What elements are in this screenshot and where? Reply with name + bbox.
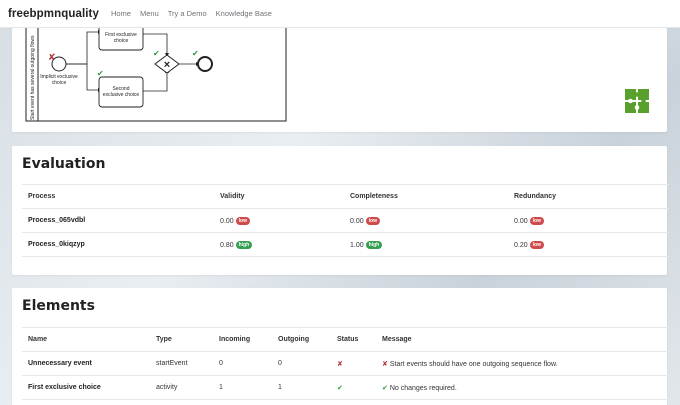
message-text: Start events should have one outgoing se… [389,360,558,368]
nav-knowledge-base[interactable]: Knowledge Base [216,9,272,18]
status-cell: ✔ [331,375,376,400]
element-type: startEvent [150,351,213,376]
status-badge: high [365,240,383,249]
table-row: Process_0kiqzyp 0.80 high 1.00 high 0.20 lo… [22,232,669,257]
element-outgoing: 1 [272,375,331,400]
ok-icon: ✔ [97,69,104,78]
error-icon: ✘ [48,52,56,62]
element-type: activity [150,375,213,400]
elements-title: Elements [22,298,95,314]
navbar: freebpmnquality Home Menu Try a Demo Kno… [0,0,680,28]
nav-try-demo[interactable]: Try a Demo [168,9,207,18]
header-outgoing: Outgoing [272,327,331,352]
check-icon: ✔ [337,384,343,392]
puzzle-logo-icon[interactable] [625,89,649,113]
header-name: Name [22,327,150,352]
element-outgoing: 0 [272,351,331,376]
evaluation-table: Process Validity Completeness Redundancy… [22,184,669,257]
completeness-value: 1.00 [350,241,364,249]
elements-card: Elements Name Type Incoming Outgoing Sta… [12,288,669,405]
nav-home[interactable]: Home [111,9,131,18]
header-type: Type [150,327,213,352]
nav-menu[interactable]: Menu [140,9,159,18]
process-name: Process_065vdbl [22,208,214,233]
table-row: Unnecessary event startEvent 0 0 ✘ ✘ Sta… [22,351,669,376]
status-badge: low [365,216,380,225]
element-incoming: 0 [213,351,272,376]
header-validity: Validity [214,184,344,209]
message-cell: ✘ Start events should have one outgoing … [376,351,669,376]
table-row: Process_065vdbl 0.00 low 0.00 low 0.00 low [22,208,669,233]
header-incoming: Incoming [213,327,272,352]
process-name: Process_0kiqzyp [22,232,214,257]
task2-label-line2: exclusive choice [103,92,140,98]
status-badge: high [235,240,253,249]
validity-value: 0.80 [220,241,234,249]
message-cell: ✔ No changes required. [376,375,669,400]
element-incoming: 1 [213,375,272,400]
completeness-value: 0.00 [350,217,364,225]
ok-icon: ✔ [192,49,199,58]
diagram-card: Start event has several outgoing flows ✘… [12,28,667,132]
start-label-line2: choice [52,80,67,86]
redundancy-value: 0.20 [514,241,528,249]
validity-cell: 0.00 low [214,208,344,233]
error-icon: ✘ [382,360,388,368]
status-cell: ✘ [331,351,376,376]
task1-label-line2: choice [114,38,129,44]
brand-logo-text[interactable]: freebpmnquality [8,8,99,20]
flow-task2-gateway [143,73,168,92]
header-redundancy: Redundancy [508,184,669,209]
completeness-cell: 1.00 high [344,232,508,257]
elements-table: Name Type Incoming Outgoing Status Messa… [22,327,669,400]
end-event [197,56,213,72]
status-badge: low [235,216,250,225]
redundancy-cell: 0.00 low [508,208,669,233]
status-badge: low [529,216,544,225]
redundancy-cell: 0.20 low [508,232,669,257]
header-process: Process [22,184,214,209]
lane-label: Start event has several outgoing flows [30,35,36,120]
completeness-cell: 0.00 low [344,208,508,233]
status-badge: low [529,240,544,249]
gateway-x-icon: × [164,59,170,71]
error-icon: ✘ [337,360,343,368]
ok-icon: ✔ [153,49,160,58]
element-name: Unnecessary event [22,351,150,376]
evaluation-title: Evaluation [22,156,106,172]
evaluation-card: Evaluation Process Validity Completeness… [12,146,669,275]
message-text: No changes required. [389,384,457,392]
header-message: Message [376,327,669,352]
header-status: Status [331,327,376,352]
header-completeness: Completeness [344,184,508,209]
validity-cell: 0.80 high [214,232,344,257]
table-row: First exclusive choice activity 1 1 ✔ ✔ … [22,375,669,400]
redundancy-value: 0.00 [514,217,528,225]
validity-value: 0.00 [220,217,234,225]
check-icon: ✔ [382,384,388,392]
bpmn-diagram[interactable]: Start event has several outgoing flows ✘… [12,28,312,132]
flow-start-task1 [66,31,98,65]
element-name: First exclusive choice [22,375,150,400]
